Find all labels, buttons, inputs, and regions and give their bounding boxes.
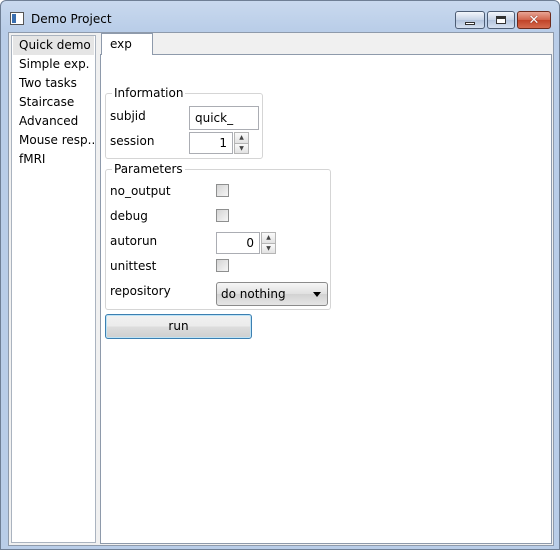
minimize-icon — [465, 21, 475, 25]
main-window: Demo Project ✕ Quick demo Simple exp. Tw… — [0, 0, 560, 550]
session-value[interactable]: 1 — [189, 132, 233, 154]
repository-select[interactable]: do nothing — [216, 282, 328, 306]
sidebar-item-fmri[interactable]: fMRI — [13, 150, 94, 169]
client-area: Quick demo Simple exp. Two tasks Stairca… — [8, 32, 554, 546]
debug-label: debug — [110, 209, 148, 223]
sidebar-item-mouse-resp[interactable]: Mouse resp... — [13, 131, 94, 150]
minimize-button[interactable] — [455, 11, 485, 29]
information-group: Information subjid quick_ session 1 ▲ ▼ — [105, 86, 263, 159]
sidebar-item-two-tasks[interactable]: Two tasks — [13, 74, 94, 93]
sidebar-item-advanced[interactable]: Advanced — [13, 112, 94, 131]
repository-selected-value: do nothing — [221, 287, 286, 301]
debug-checkbox[interactable] — [216, 209, 229, 222]
unittest-label: unittest — [110, 259, 157, 273]
no-output-checkbox[interactable] — [216, 184, 229, 197]
window-title: Demo Project — [31, 12, 112, 26]
app-icon — [10, 12, 24, 25]
unittest-checkbox[interactable] — [216, 259, 229, 272]
autorun-up-arrow-icon[interactable]: ▲ — [261, 232, 276, 244]
information-group-title: Information — [112, 86, 186, 100]
title-bar[interactable]: Demo Project ✕ — [1, 1, 559, 33]
experiment-list: Quick demo Simple exp. Two tasks Stairca… — [11, 35, 96, 543]
maximize-button[interactable] — [487, 11, 515, 29]
parameters-group: Parameters no_output debug autorun 0 ▲ ▼… — [105, 162, 331, 310]
sidebar-item-staircase[interactable]: Staircase — [13, 93, 94, 112]
run-button[interactable]: run — [105, 314, 252, 339]
subjid-label: subjid — [110, 109, 146, 123]
session-spinbox[interactable]: 1 ▲ ▼ — [189, 132, 249, 154]
session-down-arrow-icon[interactable]: ▼ — [234, 143, 249, 154]
close-button[interactable]: ✕ — [517, 11, 551, 29]
autorun-label: autorun — [110, 234, 158, 248]
sidebar-item-simple-exp[interactable]: Simple exp. — [13, 55, 94, 74]
tab-panel-exp: Information subjid quick_ session 1 ▲ ▼ … — [100, 54, 552, 544]
autorun-spinbox[interactable]: 0 ▲ ▼ — [216, 232, 276, 254]
subjid-input[interactable]: quick_ — [189, 106, 259, 130]
autorun-down-arrow-icon[interactable]: ▼ — [261, 243, 276, 254]
tab-exp[interactable]: exp — [101, 33, 153, 55]
chevron-down-icon — [313, 292, 321, 297]
no-output-label: no_output — [110, 184, 171, 198]
sidebar-item-quick-demo[interactable]: Quick demo — [13, 36, 94, 55]
maximize-icon — [496, 16, 506, 24]
repository-label: repository — [110, 284, 171, 298]
close-icon: ✕ — [528, 12, 540, 28]
autorun-value[interactable]: 0 — [216, 232, 260, 254]
parameters-group-title: Parameters — [112, 162, 185, 176]
session-label: session — [110, 134, 155, 148]
session-up-arrow-icon[interactable]: ▲ — [234, 132, 249, 144]
